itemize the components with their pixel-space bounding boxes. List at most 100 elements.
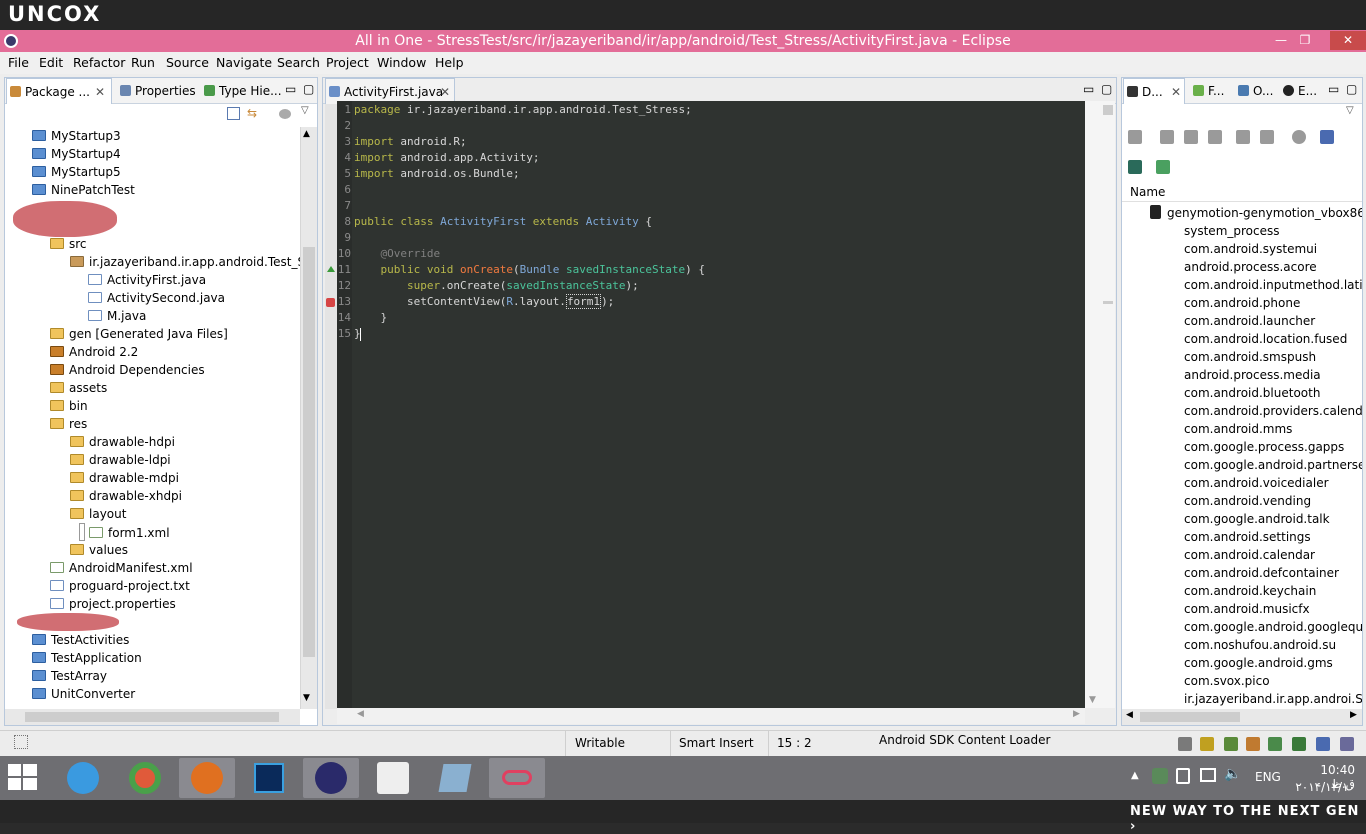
- maximize-view-icon[interactable]: ▢: [1101, 82, 1112, 96]
- method-profiling-icon[interactable]: [1260, 130, 1274, 144]
- process-row[interactable]: com.android.mms: [1184, 420, 1292, 438]
- scroll-down-icon[interactable]: ▼: [303, 693, 310, 703]
- process-row[interactable]: com.android.keychain: [1184, 582, 1316, 600]
- menu-search[interactable]: Search: [277, 55, 320, 70]
- process-row[interactable]: android.process.media: [1184, 366, 1321, 384]
- minimize-view-icon[interactable]: ▭: [285, 82, 296, 96]
- debug-icon[interactable]: [1128, 130, 1142, 144]
- update-threads-icon[interactable]: [1236, 130, 1250, 144]
- code-editor[interactable]: 1 2 3 4 5 6 7 8 9 10 11 12 13 14 15 package ir.jazayer…: [337, 101, 1085, 708]
- battery-icon[interactable]: [1176, 768, 1190, 784]
- menu-edit[interactable]: Edit: [39, 55, 63, 70]
- error-marker-icon[interactable]: [326, 298, 335, 307]
- toolbar-icon[interactable]: [1200, 737, 1214, 751]
- editor-horizontal-scrollbar[interactable]: ◀ ▶: [337, 708, 1085, 724]
- close-button[interactable]: ✕: [1330, 31, 1366, 50]
- opengl-trace-icon[interactable]: [1156, 160, 1170, 174]
- link-editor-icon[interactable]: ⇆: [247, 107, 261, 120]
- maximize-view-icon[interactable]: ▢: [303, 82, 314, 96]
- process-row[interactable]: com.android.defcontainer: [1184, 564, 1339, 582]
- menu-file[interactable]: File: [8, 55, 29, 70]
- tree-item[interactable]: form1.xml: [79, 523, 170, 541]
- eclipse-icon[interactable]: [303, 758, 359, 798]
- view-menu-icon[interactable]: [279, 109, 291, 119]
- input-language[interactable]: ENG: [1255, 770, 1281, 784]
- process-row[interactable]: com.google.android.partnersetup: [1184, 456, 1362, 474]
- windows-start-icon[interactable]: [8, 764, 38, 792]
- maximize-button[interactable]: ❐: [1292, 31, 1318, 50]
- process-row[interactable]: android.process.acore: [1184, 258, 1317, 276]
- process-row[interactable]: com.android.smspush: [1184, 348, 1316, 366]
- fast-view-icon[interactable]: [14, 735, 28, 749]
- dump-hprof-icon[interactable]: [1184, 130, 1198, 144]
- process-row[interactable]: com.android.bluetooth: [1184, 384, 1320, 402]
- toolbar-icon[interactable]: [1178, 737, 1192, 751]
- menu-refactor[interactable]: Refactor: [73, 55, 125, 70]
- process-row[interactable]: com.android.phone: [1184, 294, 1300, 312]
- chevron-down-icon[interactable]: ▽: [1346, 105, 1354, 116]
- close-tab-icon[interactable]: ✕: [1171, 79, 1181, 105]
- scroll-thumb[interactable]: [1140, 712, 1240, 722]
- process-row[interactable]: com.android.location.fused: [1184, 330, 1347, 348]
- menu-help[interactable]: Help: [435, 55, 464, 70]
- notebook-app-icon[interactable]: [427, 758, 483, 798]
- process-row[interactable]: com.android.voicedialer: [1184, 474, 1329, 492]
- process-row[interactable]: com.noshufou.android.su: [1184, 636, 1336, 654]
- menu-run[interactable]: Run: [131, 55, 155, 70]
- chrome-icon[interactable]: [117, 758, 173, 798]
- menu-source[interactable]: Source: [166, 55, 209, 70]
- device-row[interactable]: genymotion-genymotion_vbox86p_4: [1167, 204, 1362, 222]
- chevron-down-icon[interactable]: ▽: [301, 105, 309, 116]
- process-row[interactable]: com.google.android.gms: [1184, 654, 1333, 672]
- systrace-icon[interactable]: [1128, 160, 1142, 174]
- maximize-view-icon[interactable]: ▢: [1346, 82, 1357, 96]
- process-row[interactable]: system_process: [1184, 222, 1280, 240]
- screen-capture-icon[interactable]: [1320, 130, 1334, 144]
- basic4android-icon[interactable]: [365, 758, 421, 798]
- internet-explorer-icon[interactable]: [55, 758, 111, 798]
- toolbar-icon[interactable]: [1292, 737, 1306, 751]
- process-row[interactable]: com.google.process.gapps: [1184, 438, 1344, 456]
- process-row[interactable]: com.android.musicfx: [1184, 600, 1310, 618]
- process-row[interactable]: com.android.vending: [1184, 492, 1311, 510]
- toolbar-icon[interactable]: [1224, 737, 1238, 751]
- firefox-icon[interactable]: [179, 758, 235, 798]
- tab-type-hierarchy[interactable]: Type Hie...: [201, 78, 282, 104]
- menu-project[interactable]: Project: [326, 55, 369, 70]
- scroll-right-icon[interactable]: ▶: [1073, 709, 1080, 719]
- process-row[interactable]: com.google.android.talk: [1184, 510, 1330, 528]
- scroll-left-icon[interactable]: ◀: [1126, 710, 1133, 720]
- photoshop-icon[interactable]: [241, 758, 297, 798]
- scroll-thumb[interactable]: [25, 712, 279, 722]
- process-row[interactable]: com.android.calendar: [1184, 546, 1315, 564]
- toolbar-icon[interactable]: [1316, 737, 1330, 751]
- gc-icon[interactable]: [1208, 130, 1222, 144]
- toolbar-icon[interactable]: [1340, 737, 1354, 751]
- column-header-name[interactable]: Name: [1122, 182, 1362, 202]
- tab-devices[interactable]: D... ✕: [1123, 78, 1185, 104]
- scroll-up-icon[interactable]: ▲: [303, 129, 310, 139]
- network-tray-icon[interactable]: [1152, 768, 1168, 784]
- process-row[interactable]: com.google.android.googlequicksearchbox: [1184, 618, 1362, 636]
- menu-navigate[interactable]: Navigate: [216, 55, 272, 70]
- clock-date[interactable]: ۲۰۱۴/۱۲/۱۰: [1295, 780, 1355, 794]
- update-heap-icon[interactable]: [1160, 130, 1174, 144]
- minimize-view-icon[interactable]: ▭: [1083, 82, 1094, 96]
- collapse-all-icon[interactable]: [227, 107, 240, 120]
- scroll-down-icon[interactable]: ▼: [1089, 695, 1096, 705]
- devices-horizontal-scrollbar[interactable]: ◀ ▶: [1122, 709, 1362, 725]
- process-row[interactable]: com.android.settings: [1184, 528, 1311, 546]
- process-row[interactable]: com.android.launcher: [1184, 312, 1315, 330]
- overview-mark[interactable]: [1103, 301, 1113, 304]
- network-icon[interactable]: [1200, 768, 1216, 782]
- genymotion-icon[interactable]: [489, 758, 545, 798]
- process-row[interactable]: com.svox.pico: [1184, 672, 1270, 690]
- scroll-left-icon[interactable]: ◀: [357, 709, 364, 719]
- stop-icon[interactable]: [1292, 130, 1306, 144]
- tree-vertical-scrollbar[interactable]: ▲ ▼: [300, 127, 317, 709]
- process-row[interactable]: com.android.providers.calendar: [1184, 402, 1362, 420]
- process-row[interactable]: com.android.systemui: [1184, 240, 1317, 258]
- tab-outline[interactable]: O...: [1235, 78, 1279, 104]
- tab-properties[interactable]: Properties: [117, 78, 197, 104]
- tab-file-explorer[interactable]: F...: [1190, 78, 1234, 104]
